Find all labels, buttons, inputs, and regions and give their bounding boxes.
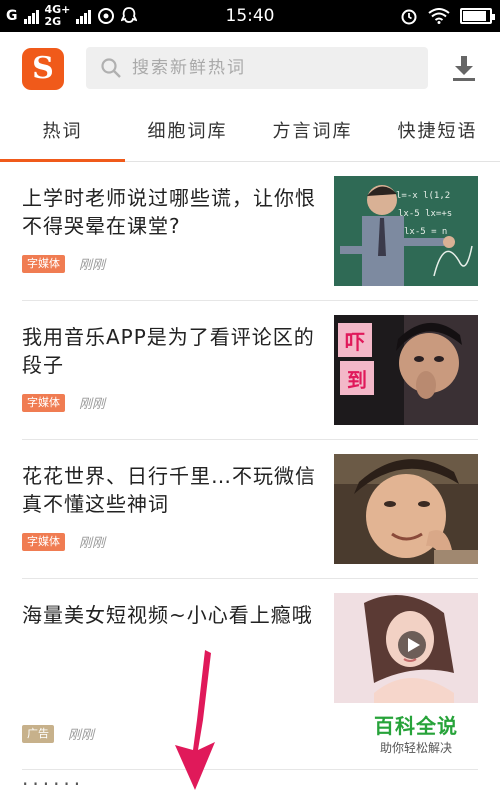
- wifi-icon: [428, 8, 450, 24]
- item-meta: 字媒体 刚刚: [22, 393, 105, 412]
- item-title: 我用音乐APP是为了看评论区的段子: [22, 325, 315, 377]
- search-icon: [101, 58, 121, 78]
- pointer-arrow-icon: [175, 650, 215, 790]
- tab-dialect-dictionary[interactable]: 方言词库: [250, 106, 375, 162]
- list-item[interactable]: 花花世界、日行千里…不玩微信真不懂这些神词 字媒体 刚刚: [22, 440, 478, 578]
- divider: [22, 769, 478, 770]
- item-time: 刚刚: [79, 258, 106, 273]
- item-meta: 字媒体 刚刚: [22, 532, 105, 551]
- watermark: 百科全说 助你轻松解决: [360, 712, 472, 762]
- svg-text:lx-5 lx=+s: lx-5 lx=+s: [398, 209, 452, 219]
- category-tabs: 热词 细胞词库 方言词库 快捷短语: [0, 106, 500, 162]
- list-item[interactable]: 我用音乐APP是为了看评论区的段子 字媒体 刚刚 吓 到: [22, 301, 478, 439]
- tab-cell-dictionary[interactable]: 细胞词库: [125, 106, 250, 162]
- status-bar: G 4G+ 2G 15:40: [0, 0, 500, 32]
- item-title: 海量美女短视频~小心看上瘾哦: [22, 603, 313, 627]
- thumb-text-1: 吓: [345, 330, 365, 354]
- source-badge: 字媒体: [22, 393, 65, 412]
- ad-badge: 广告: [22, 724, 54, 743]
- item-meta: 字媒体 刚刚: [22, 254, 105, 273]
- watermark-subtitle: 助你轻松解决: [379, 741, 452, 755]
- watermark-title: 百科全说: [374, 714, 458, 738]
- sogou-logo: S: [22, 48, 64, 90]
- item-meta: 广告 刚刚: [22, 724, 94, 743]
- svg-text:lx-5 = n: lx-5 = n: [404, 227, 447, 237]
- item-time: 刚刚: [79, 397, 106, 412]
- thumbnail-costume-image: [334, 454, 478, 564]
- svg-text:l=-x l(1,2: l=-x l(1,2: [396, 191, 450, 201]
- source-badge: 字媒体: [22, 532, 65, 551]
- item-time: 刚刚: [79, 536, 106, 551]
- tab-quick-phrases[interactable]: 快捷短语: [375, 106, 500, 162]
- status-right: [400, 0, 495, 32]
- search-bar[interactable]: 搜索新鲜热词: [86, 47, 428, 89]
- battery-icon: [460, 8, 495, 24]
- tab-hot-words[interactable]: 热词: [0, 106, 125, 162]
- source-badge: 字媒体: [22, 254, 65, 273]
- thumb-text-2: 到: [347, 368, 367, 392]
- list-item[interactable]: 上学时老师说过哪些谎，让你恨不得哭晕在课堂? 字媒体 刚刚 l=-x l(1,2…: [22, 162, 478, 300]
- item-time: 刚刚: [68, 728, 95, 743]
- alarm-icon: [401, 9, 417, 25]
- next-item-peek: ······: [22, 772, 85, 790]
- download-icon[interactable]: [450, 54, 478, 82]
- thumbnail-teacher-image: l=-x l(1,2 lx-5 lx=+s lx-5 = n: [334, 176, 478, 286]
- thumbnail-shocked-image: 吓 到: [334, 315, 478, 425]
- item-title: 上学时老师说过哪些谎，让你恨不得哭晕在课堂?: [22, 186, 316, 238]
- item-title: 花花世界、日行千里…不玩微信真不懂这些神词: [22, 464, 316, 516]
- search-placeholder: 搜索新鲜热词: [132, 58, 246, 78]
- top-bar: S 搜索新鲜热词: [0, 32, 500, 106]
- thumbnail-video-image[interactable]: [334, 593, 478, 703]
